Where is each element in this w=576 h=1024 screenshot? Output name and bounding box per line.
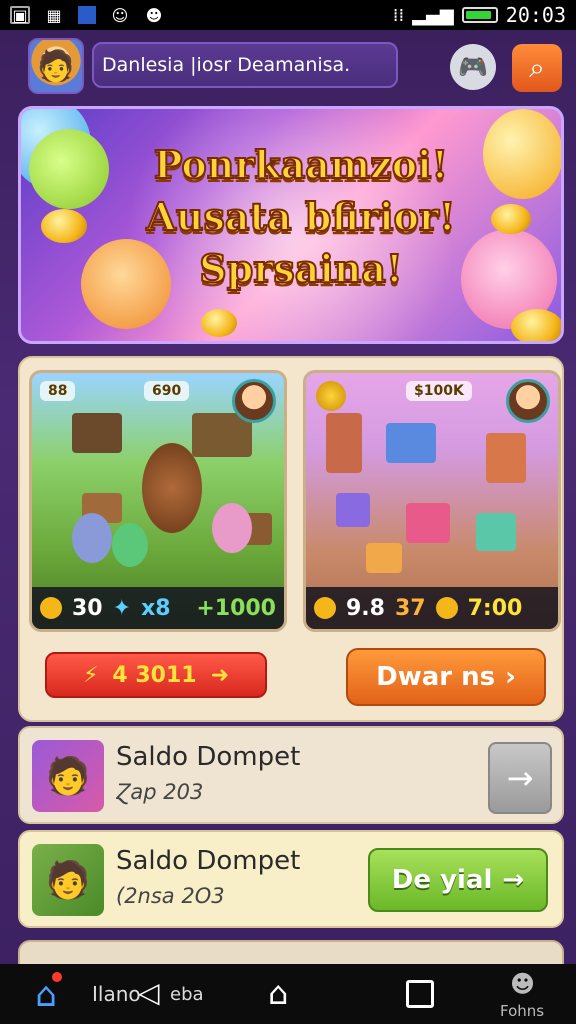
wallet-action-button[interactable]: De yial → [368,848,548,912]
banner-line-2: Ausata bfirior! [145,193,456,240]
wallet-row[interactable]: 🧑 Saldo Dompet (2nsa 2O3 De yial → [18,830,564,928]
signal-icon: ▂▄▆ [412,4,454,26]
trophy-icon [314,597,336,619]
notification-icon [78,6,96,24]
back-button[interactable]: ◁ [138,976,160,1009]
game-tag: $100K [406,381,472,401]
home-tab[interactable]: ⌂ [22,970,70,1020]
battery-icon [461,7,498,23]
character-icon [212,503,252,553]
lightning-icon: ⚡ [82,662,99,688]
stat-value: 9.8 [346,595,385,621]
face-icon: ☻ [145,5,163,25]
character-icon [112,523,148,567]
owner-avatar [232,379,276,423]
wallet-action-label: De yial [391,865,493,895]
wallet-open-button[interactable]: → [488,742,552,814]
play-button[interactable]: ⚡ 4 3011 ➜ [45,652,267,698]
face-icon: ☺ [111,5,129,25]
banner-line-1: Ponrkaamzoi! [153,141,449,188]
game-card-farm[interactable]: 88 690 30 ✦ x8 +1000 [29,370,287,632]
search-icon: ⌕ [529,51,545,84]
wallet-title: Saldo Dompet [116,846,301,876]
download-button-label: Dwar ns [376,662,496,692]
play-button-label: 4 3011 [112,662,197,688]
stat-value: 30 [72,595,103,621]
wallet-subtitle: Ɀap 203 [116,780,204,804]
notification-dot [52,972,62,982]
mascot-green-icon [29,129,109,209]
recents-button[interactable] [406,980,434,1008]
badge-icon [316,381,346,411]
coin-icon [40,597,62,619]
wallet-title: Saldo Dompet [116,742,301,772]
promo-banner[interactable]: Ponrkaamzoi! Ausata bfirior! Sprsaina! [18,106,564,344]
vibrate-icon: ⁞⁞ [392,4,405,26]
status-bar: ▣ ▦ ☺ ☻ ⁞⁞ ▂▄▆ 20:03 [0,0,576,30]
grid-icon: ▦ [46,5,62,25]
arrow-right-icon: ➜ [210,662,230,688]
page-title: Danlesia |iosr Deamanisa. [92,42,398,88]
character-icon [142,443,202,533]
photo-icon: ▣ [10,6,30,25]
game-card-toys[interactable]: $100K 9.8 37 7:00 [303,370,561,632]
banner-line-3: Sprsaina! [198,245,403,292]
home-button[interactable]: ⌂ [268,974,288,1012]
wallet-row[interactable]: 🧑 Saldo Dompet Ɀap 203 → [18,726,564,824]
wallet-avatar: 🧑 [32,740,104,812]
character-icon [72,513,112,563]
arrow-right-icon: → [506,759,534,797]
game-tag: 88 [40,381,76,401]
wallet-avatar: 🧑 [32,844,104,916]
game-label: 690 [144,381,190,401]
stat-value: 7:00 [467,595,523,621]
coin-icon [511,309,561,341]
nav-label: eba [170,984,204,1005]
owner-avatar [506,379,550,423]
game-stats: 30 ✦ x8 +1000 [32,587,284,629]
app-header: 🧑 Danlesia |iosr Deamanisa. 🎮 ⌕ [0,30,576,108]
search-button[interactable]: ⌕ [512,44,562,92]
coin-icon [491,204,531,234]
stat-value: x8 [141,595,171,621]
chevron-right-icon: › [505,662,516,692]
clock: 20:03 [505,3,566,27]
coin-icon [41,209,87,243]
game-stats: 9.8 37 7:00 [306,587,558,629]
profile-icon[interactable]: ☻ [510,970,535,998]
wallet-subtitle: (2nsa 2O3 [116,884,225,908]
stat-value: 37 [394,595,426,621]
banner-headline: Ponrkaamzoi! Ausata bfirior! Sprsaina! [121,139,481,295]
balloon-icon [483,109,561,199]
game-panel: 88 690 30 ✦ x8 +1000 $100K 9.8 37 7:00 ⚡ [18,356,564,722]
nav-label: Ilano [92,982,141,1006]
player-avatar[interactable]: 🧑 [28,38,84,94]
gamepad-icon: 🎮 [458,53,488,81]
gamepad-button[interactable]: 🎮 [450,44,496,90]
download-button[interactable]: Dwar ns › [346,648,546,706]
stat-value: +1000 [196,595,276,621]
multiplier-icon: ✦ [112,595,132,621]
arrow-right-icon: → [502,865,525,895]
coin-icon [201,309,237,337]
clock-icon [435,597,458,619]
bottom-nav: ⌂ Ilano ◁ eba ⌂ ☻ Fohns [0,964,576,1024]
nav-label: Fohns [500,1002,545,1020]
